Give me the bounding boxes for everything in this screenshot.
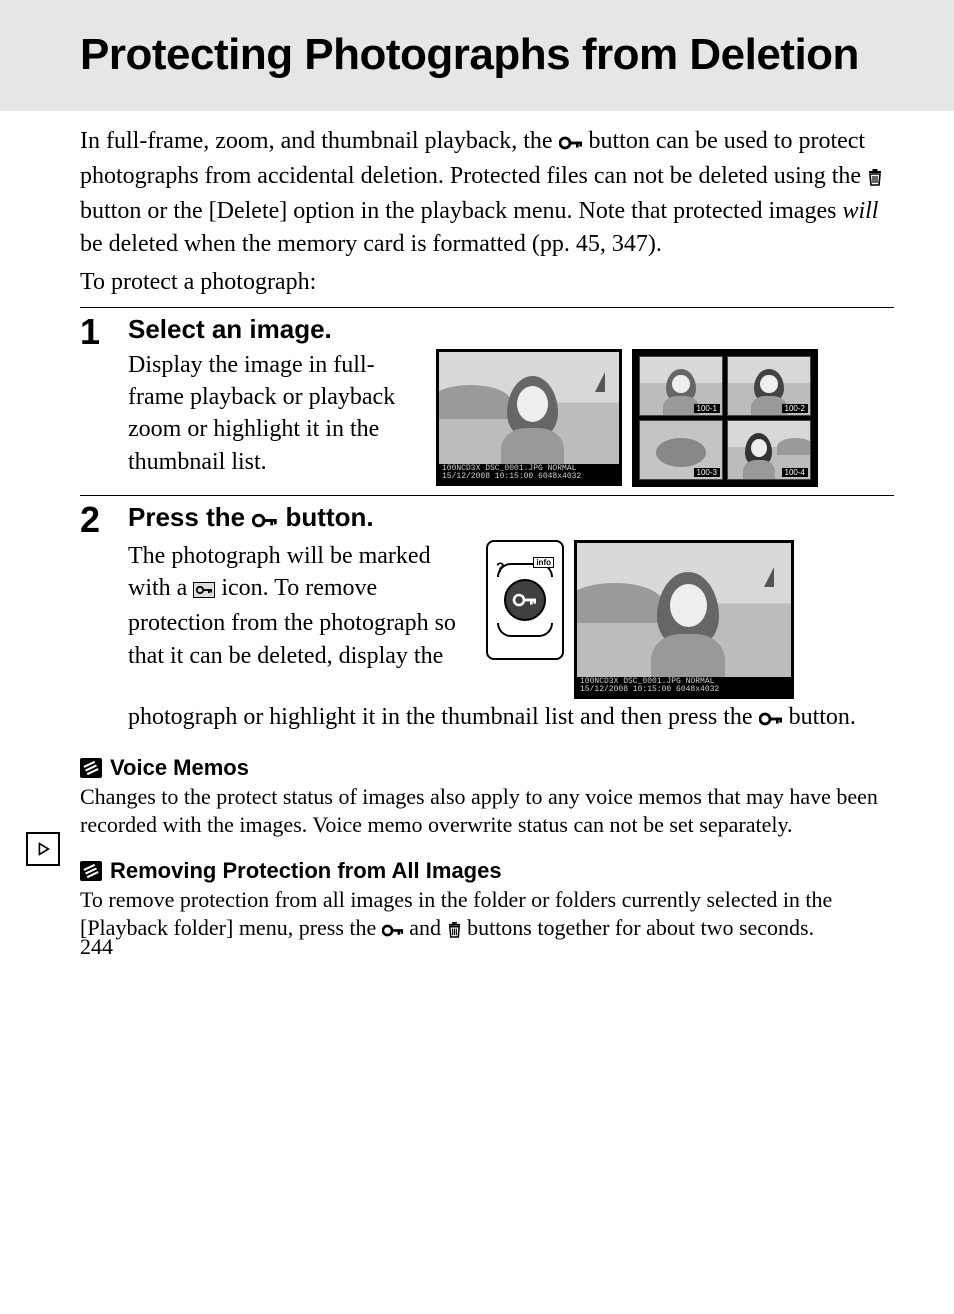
thumbnail: 100-3 <box>639 420 723 480</box>
step-2-title: Press the button. <box>128 502 894 536</box>
protect-key-icon <box>559 128 583 160</box>
lcd-fullframe: 1/10 100NCD3X DSC_0001.JPG NORMAL <box>436 349 622 487</box>
help-icon: ? <box>496 559 505 575</box>
protect-key-icon <box>382 917 404 946</box>
intro-paragraph: In full-frame, zoom, and thumbnail playb… <box>80 125 894 261</box>
trash-icon <box>867 163 883 195</box>
camera-protect-button-diagram: ? info <box>486 540 564 660</box>
playback-tab-icon <box>26 832 60 866</box>
info-label: info <box>533 557 554 568</box>
step-1-title: Select an image. <box>128 314 894 345</box>
note-title: Removing Protection from All Images <box>110 858 502 884</box>
trash-icon <box>447 917 462 946</box>
note-icon <box>80 758 102 778</box>
note-body: Changes to the protect status of images … <box>80 783 894 840</box>
page-number: 244 <box>80 934 113 960</box>
thumbnail: 100-1 <box>639 356 723 416</box>
header-band: Protecting Photographs from Deletion <box>0 0 954 111</box>
protect-key-icon <box>252 505 278 536</box>
divider <box>80 495 894 496</box>
protect-badge-icon <box>193 575 215 607</box>
step-number: 1 <box>80 314 112 350</box>
step-number: 2 <box>80 502 112 538</box>
step-1-text: Display the image in full-frame playback… <box>128 349 418 487</box>
note-voice-memos: Voice Memos Changes to the protect statu… <box>80 755 894 840</box>
note-body: To remove protection from all images in … <box>80 886 894 946</box>
step-1: 1 Select an image. Display the image in … <box>80 314 894 487</box>
lcd-protected: 1/10 100NCD3X DSC_0001.JPG NORMAL <box>574 540 794 700</box>
protect-key-icon <box>759 704 783 736</box>
note-title: Voice Memos <box>110 755 249 781</box>
step-1-illustrations: 1/10 100NCD3X DSC_0001.JPG NORMAL <box>436 349 818 487</box>
step-2-illustrations: ? info <box>486 540 794 700</box>
thumbnail: 100-4 <box>727 420 811 480</box>
step-2-text-top: The photograph will be marked with a ico… <box>128 540 468 700</box>
note-remove-all: Removing Protection from All Images To r… <box>80 858 894 946</box>
step-2-text-bottom: photograph or highlight it in the thumbn… <box>128 701 894 736</box>
protect-key-icon <box>504 579 546 621</box>
page-title: Protecting Photographs from Deletion <box>80 30 894 81</box>
lead-line: To protect a photograph: <box>80 266 894 298</box>
step-2: 2 Press the button. The photograph will … <box>80 502 894 737</box>
note-icon <box>80 861 102 881</box>
divider <box>80 307 894 308</box>
thumbnail: 100-2 <box>727 356 811 416</box>
lcd-thumbnails: 100-1 100-2 100-3 100-4 <box>632 349 818 487</box>
